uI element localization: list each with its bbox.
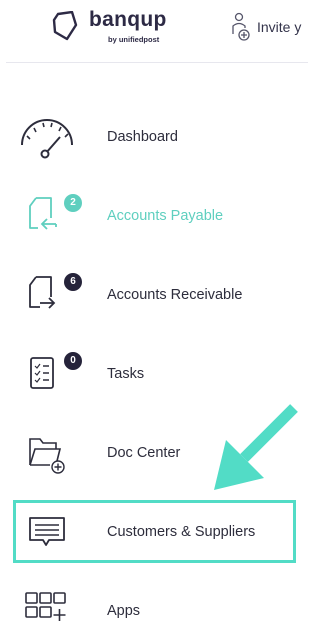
sidebar-item-label: Doc Center (107, 445, 181, 461)
invite-user-icon (232, 12, 250, 41)
logo-hexagon-icon (52, 11, 78, 41)
pointer-arrow-icon (214, 404, 298, 490)
sidebar-item-label: Dashboard (107, 129, 178, 145)
sidebar-item-dashboard[interactable]: Dashboard (0, 107, 308, 167)
sidebar-item-label: Accounts Receivable (107, 287, 243, 303)
brand-name: banqup (89, 8, 167, 31)
invite-user-button[interactable]: Invite y (231, 12, 320, 42)
highlight-box (13, 500, 296, 563)
apps-grid-icon (25, 592, 66, 621)
banqup-logo[interactable]: banqup by unifiedpost (52, 8, 182, 48)
badge-count: 0 (64, 352, 82, 370)
sidebar-item-label: Accounts Payable (107, 208, 224, 224)
folder-add-icon (29, 438, 65, 474)
badge-count: 2 (64, 194, 82, 212)
sidebar-item-accounts-payable[interactable]: 2 Accounts Payable (0, 186, 308, 246)
invite-label: Invite y (257, 19, 302, 35)
badge-count: 6 (64, 273, 82, 291)
sidebar-item-apps[interactable]: Apps (0, 581, 308, 641)
sidebar-item-label: Apps (107, 603, 141, 619)
gauge-icon (21, 119, 73, 159)
header-divider (6, 62, 308, 63)
brand-subtitle: by unifiedpost (108, 35, 160, 44)
sidebar-item-tasks[interactable]: 0 Tasks (0, 344, 308, 404)
top-header: banqup by unifiedpost Invite y (0, 0, 308, 62)
sidebar-item-label: Tasks (107, 366, 145, 382)
sidebar-item-accounts-receivable[interactable]: 6 Accounts Receivable (0, 265, 308, 325)
